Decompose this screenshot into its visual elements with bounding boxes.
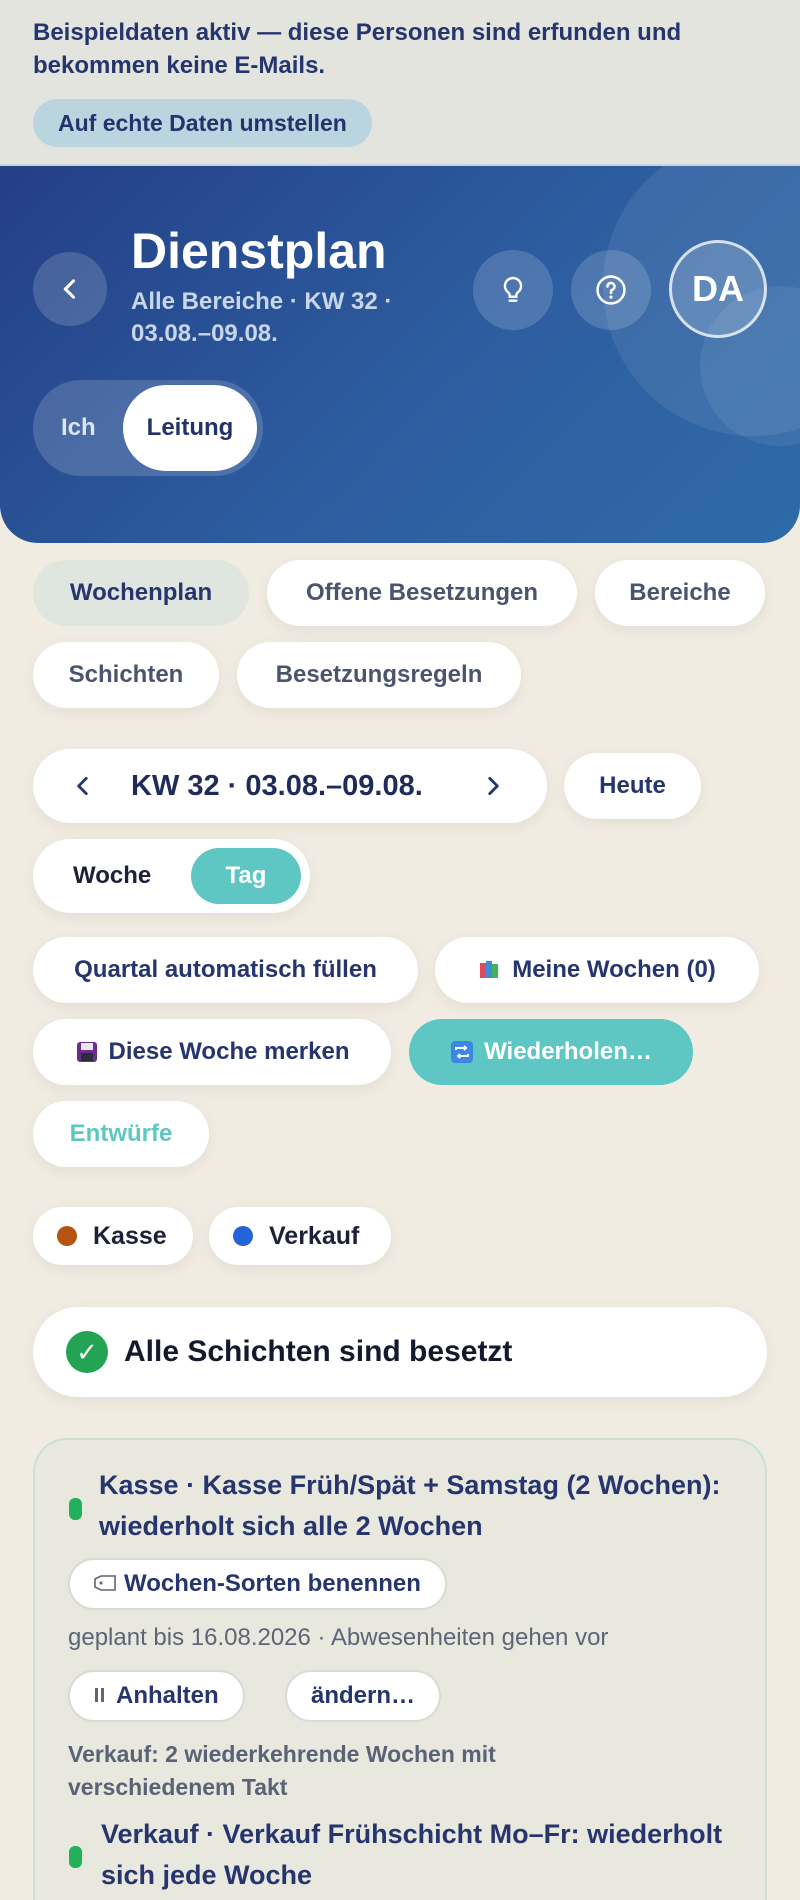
week-label: KW 32 · 03.08.–09.08. [131, 769, 423, 802]
role-option-ich[interactable]: Ich [61, 380, 96, 476]
week-navigator: KW 32 · 03.08.–09.08. [33, 749, 547, 823]
pause-label: Anhalten [116, 1682, 219, 1709]
today-button[interactable]: Heute [564, 753, 701, 819]
tab-besetzungsregeln[interactable]: Besetzungsregeln [237, 642, 521, 708]
check-icon: ✓ [66, 1331, 108, 1373]
recurrence-meta: geplant bis 16.08.2026 · Abwesenheiten g… [68, 1624, 609, 1651]
color-dot [57, 1226, 77, 1246]
drafts-button[interactable]: Entwürfe [33, 1101, 209, 1167]
floppy-disk-icon [75, 1040, 99, 1064]
demo-banner-text: Beispieldaten aktiv — diese Personen sin… [33, 19, 682, 79]
edit-recurrence-button[interactable]: ändern… [285, 1670, 442, 1722]
recurrence-card: Kasse · Kasse Früh/Spät + Samstag (2 Woc… [33, 1438, 767, 1900]
tab-schichten[interactable]: Schichten [33, 642, 219, 708]
status-indicator [69, 1846, 82, 1868]
status-text: Alle Schichten sind besetzt [124, 1335, 513, 1368]
page-subtitle: Alle Bereiche · KW 32 · 03.08.–09.08. [131, 288, 393, 347]
name-week-types-label: Wochen-Sorten benennen [124, 1570, 421, 1597]
repeat-label: Wiederholen… [484, 1038, 652, 1065]
page-title: Dienstplan [131, 223, 387, 279]
help-button[interactable] [571, 250, 651, 330]
avatar[interactable]: DA [669, 240, 767, 338]
next-week-button[interactable] [473, 766, 513, 806]
tag-icon [94, 1570, 116, 1598]
view-option-woche[interactable]: Woche [73, 839, 151, 913]
legend-label: Verkauf [269, 1221, 360, 1250]
legend-label: Kasse [93, 1221, 167, 1250]
view-toggle: Woche Tag [33, 839, 310, 913]
recurrence-subheading: Verkauf: 2 wiederkehrende Wochen mit ver… [68, 1741, 496, 1800]
previous-week-button[interactable] [63, 766, 103, 806]
recurrence-title: Kasse · Kasse Früh/Spät + Samstag (2 Woc… [99, 1470, 721, 1541]
switch-to-real-data-button[interactable]: Auf echte Daten umstellen [33, 99, 372, 147]
tab-wochenplan[interactable]: Wochenplan [33, 560, 249, 626]
name-week-types-button[interactable]: Wochen-Sorten benennen [68, 1558, 447, 1610]
repeat-icon [450, 1040, 474, 1064]
back-button[interactable] [33, 252, 107, 326]
tab-offene-besetzungen[interactable]: Offene Besetzungen [267, 560, 577, 626]
repeat-button[interactable]: Wiederholen… [409, 1019, 693, 1085]
books-icon [478, 958, 502, 982]
remember-week-button[interactable]: Diese Woche merken [33, 1019, 391, 1085]
remember-week-label: Diese Woche merken [108, 1038, 350, 1065]
recurrence-title-verkauf: Verkauf · Verkauf Frühschicht Mo–Fr: wie… [101, 1819, 723, 1890]
demo-banner: Beispieldaten aktiv — diese Personen sin… [0, 0, 800, 166]
chevron-right-icon [488, 777, 499, 795]
my-weeks-button[interactable]: Meine Wochen (0) [435, 937, 759, 1003]
chevron-left-icon [63, 279, 76, 299]
status-card: ✓ Alle Schichten sind besetzt [33, 1307, 767, 1397]
auto-fill-quarter-button[interactable]: Quartal automatisch füllen [33, 937, 418, 1003]
lightbulb-icon [503, 276, 523, 302]
legend-item-verkauf[interactable]: Verkauf [209, 1207, 391, 1265]
role-option-leitung[interactable]: Leitung [123, 385, 257, 471]
status-indicator [69, 1498, 82, 1520]
color-dot [233, 1226, 253, 1246]
my-weeks-label: Meine Wochen (0) [512, 956, 716, 983]
tips-button[interactable] [473, 250, 553, 330]
pause-icon [94, 1682, 106, 1710]
tab-bereiche[interactable]: Bereiche [595, 560, 765, 626]
chevron-left-icon [77, 777, 88, 795]
role-toggle: Ich Leitung [33, 380, 263, 476]
view-option-tag[interactable]: Tag [191, 848, 301, 904]
app-header: Dienstplan Alle Bereiche · KW 32 · 03.08… [0, 166, 800, 543]
pause-button[interactable]: Anhalten [68, 1670, 245, 1722]
legend-item-kasse[interactable]: Kasse [33, 1207, 193, 1265]
help-icon [596, 275, 626, 305]
